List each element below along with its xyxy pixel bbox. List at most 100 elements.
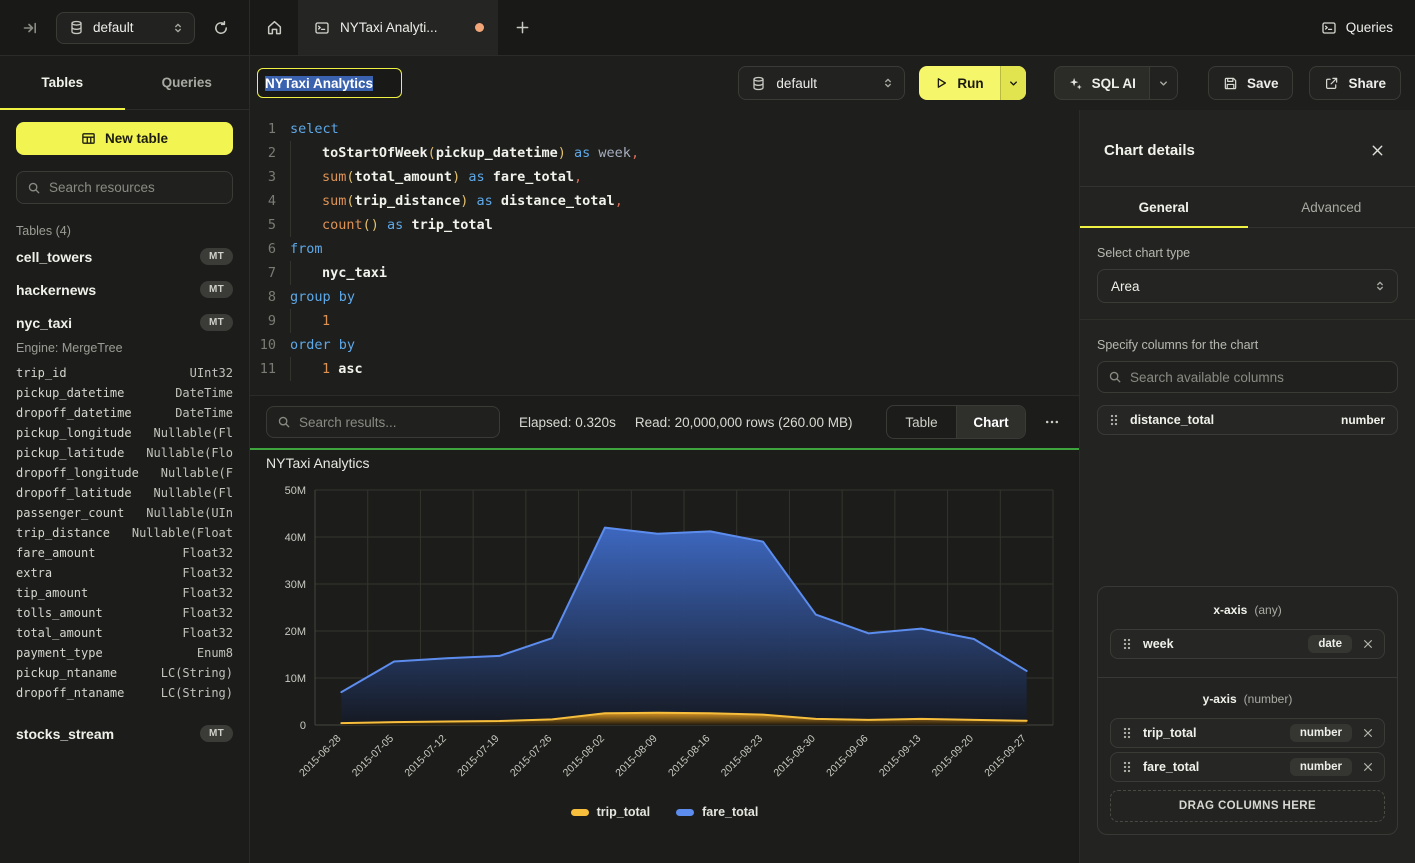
column-type: Nullable(F xyxy=(161,466,233,480)
engine-badge: MT xyxy=(200,248,233,265)
database-selector-value: default xyxy=(93,20,163,35)
column-type-badge: date xyxy=(1308,635,1352,653)
tab-nytaxi-analytics[interactable]: NYTaxi Analyti... xyxy=(298,0,498,55)
code-text: sum(trip_distance) as distance_total, xyxy=(290,189,623,213)
refresh-icon[interactable] xyxy=(207,14,235,42)
run-options-caret[interactable] xyxy=(1000,66,1026,100)
legend-swatch xyxy=(676,809,694,816)
drag-grip-icon[interactable] xyxy=(1121,726,1133,740)
table-row[interactable]: stocks_streamMT xyxy=(16,717,233,750)
drag-grip-icon[interactable] xyxy=(1108,413,1120,427)
columns-search-input[interactable] xyxy=(1130,370,1387,385)
x-axis-column-pill[interactable]: weekdate xyxy=(1110,629,1385,659)
chevron-updown-icon xyxy=(1374,280,1386,292)
sql-ai-caret[interactable] xyxy=(1149,67,1177,99)
remove-icon[interactable] xyxy=(1362,761,1374,773)
ellipsis-icon xyxy=(1044,414,1060,430)
remove-icon[interactable] xyxy=(1362,727,1374,739)
chart-type-section: Select chart type Area xyxy=(1080,228,1415,319)
query-title-input[interactable]: NYTaxi Analytics xyxy=(257,68,402,98)
columns-search[interactable] xyxy=(1097,361,1398,393)
drag-grip-icon[interactable] xyxy=(1121,637,1133,651)
close-panel-button[interactable] xyxy=(1363,136,1391,164)
line-number: 11 xyxy=(250,357,290,381)
panel-tab-general[interactable]: General xyxy=(1080,187,1248,227)
code-line: 6from xyxy=(250,237,1079,261)
column-row: pickup_latitudeNullable(Flo xyxy=(16,443,233,463)
column-name: fare_amount xyxy=(16,546,182,560)
legend-item-trip_total[interactable]: trip_total xyxy=(571,805,650,819)
column-row: trip_idUInt32 xyxy=(16,363,233,383)
home-icon xyxy=(266,19,283,36)
queries-button[interactable]: Queries xyxy=(1299,0,1415,55)
column-row: pickup_longitudeNullable(Fl xyxy=(16,423,233,443)
new-tab-button[interactable] xyxy=(498,0,546,55)
column-row: dropoff_latitudeNullable(Fl xyxy=(16,483,233,503)
save-button[interactable]: Save xyxy=(1208,66,1294,100)
sql-editor[interactable]: 1select2 toStartOfWeek(pickup_datetime) … xyxy=(250,110,1079,395)
axes-config-box: x-axis (any) weekdate y-axis (number) tr… xyxy=(1097,586,1398,835)
svg-text:2015-06-28: 2015-06-28 xyxy=(297,733,344,780)
sidebar-header: default xyxy=(0,0,250,56)
column-type: Nullable(UIn xyxy=(146,506,233,520)
more-options-button[interactable] xyxy=(1038,408,1066,436)
sidebar-tab-tables[interactable]: Tables xyxy=(0,56,125,109)
column-type: Float32 xyxy=(182,626,233,640)
remove-icon[interactable] xyxy=(1362,638,1374,650)
chart-type-select[interactable]: Area xyxy=(1097,269,1398,303)
tables-list: cell_towersMThackernewsMTnyc_taxiMTEngin… xyxy=(16,240,233,750)
view-toggle-table[interactable]: Table xyxy=(887,406,956,438)
y-axis-column-pill[interactable]: trip_totalnumber xyxy=(1110,718,1385,748)
sql-ai-button[interactable]: SQL AI xyxy=(1054,66,1178,100)
column-name: pickup_latitude xyxy=(16,446,146,460)
save-button-label: Save xyxy=(1247,76,1279,91)
available-column-pill[interactable]: distance_totalnumber xyxy=(1097,405,1398,435)
line-number: 9 xyxy=(250,309,290,333)
sidebar: Tables Queries New table Tables (4) cell… xyxy=(0,56,250,863)
table-row[interactable]: nyc_taxiMT xyxy=(16,306,233,339)
code-line: 9 1 xyxy=(250,309,1079,333)
table-name: stocks_stream xyxy=(16,726,200,742)
legend-swatch xyxy=(571,809,589,816)
code-line: 5 count() as trip_total xyxy=(250,213,1079,237)
code-text: nyc_taxi xyxy=(290,261,387,285)
table-row[interactable]: hackernewsMT xyxy=(16,273,233,306)
legend-item-fare_total[interactable]: fare_total xyxy=(676,805,758,819)
run-button[interactable]: Run xyxy=(919,66,1025,100)
share-button[interactable]: Share xyxy=(1309,66,1401,100)
code-line: 7 nyc_taxi xyxy=(250,261,1079,285)
sidebar-search-input[interactable] xyxy=(49,180,226,195)
run-button-label: Run xyxy=(957,76,983,91)
home-button[interactable] xyxy=(250,0,298,55)
sidebar-tab-queries[interactable]: Queries xyxy=(125,56,250,109)
line-number: 2 xyxy=(250,141,290,165)
column-type: Enum8 xyxy=(197,646,233,660)
results-search-input[interactable] xyxy=(299,415,489,430)
view-toggle: Table Chart xyxy=(886,405,1026,439)
drag-columns-dropzone[interactable]: DRAG COLUMNS HERE xyxy=(1110,790,1385,822)
code-text: 1 asc xyxy=(290,357,363,381)
new-table-button[interactable]: New table xyxy=(16,122,233,155)
panel-tab-advanced[interactable]: Advanced xyxy=(1248,187,1415,227)
collapse-sidebar-icon[interactable] xyxy=(16,14,44,42)
chevron-down-icon xyxy=(1008,78,1019,89)
sidebar-search[interactable] xyxy=(16,171,233,204)
chevron-updown-icon xyxy=(882,77,894,89)
svg-text:2015-08-02: 2015-08-02 xyxy=(561,733,608,780)
database-selector[interactable]: default xyxy=(56,12,195,44)
code-line: 4 sum(trip_distance) as distance_total, xyxy=(250,189,1079,213)
drag-grip-icon[interactable] xyxy=(1121,760,1133,774)
toolbar-database-selector[interactable]: default xyxy=(738,66,905,100)
y-axis-column-pill[interactable]: fare_totalnumber xyxy=(1110,752,1385,782)
results-search[interactable] xyxy=(266,406,500,438)
column-row: pickup_ntanameLC(String) xyxy=(16,663,233,683)
code-text: sum(total_amount) as fare_total, xyxy=(290,165,582,189)
table-row[interactable]: cell_towersMT xyxy=(16,240,233,273)
column-name: pickup_ntaname xyxy=(16,666,161,680)
column-type-badge: number xyxy=(1290,758,1352,776)
chart-legend: trip_total fare_total xyxy=(250,805,1079,819)
column-type: UInt32 xyxy=(190,366,233,380)
svg-text:2015-08-30: 2015-08-30 xyxy=(771,733,818,780)
code-text: select xyxy=(290,117,339,141)
view-toggle-chart[interactable]: Chart xyxy=(956,406,1025,438)
